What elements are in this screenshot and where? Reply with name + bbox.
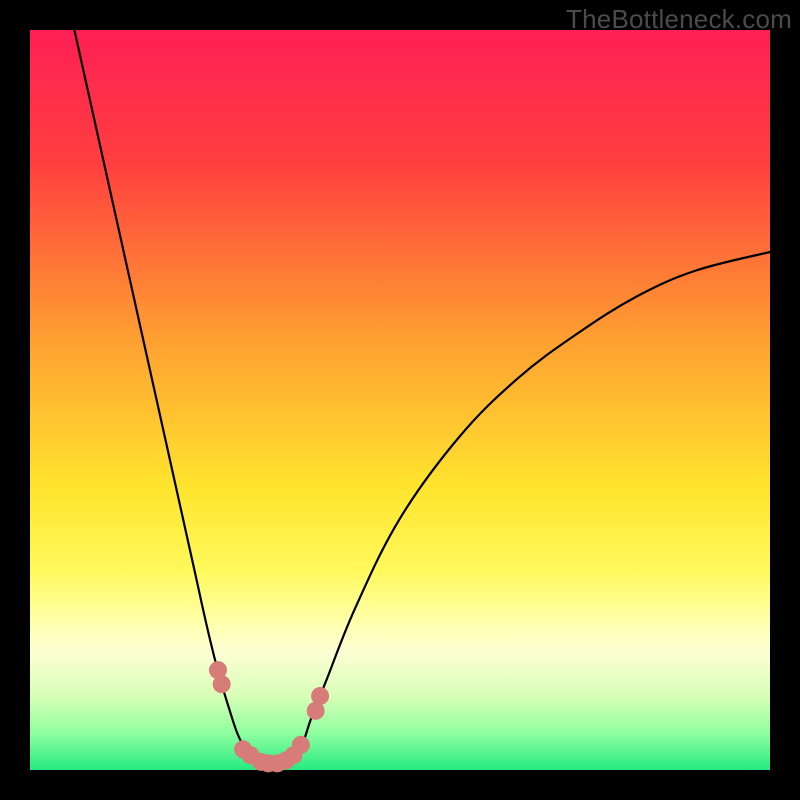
watermark-text: TheBottleneck.com [566,4,792,35]
plot-area [30,30,770,770]
chart-root: TheBottleneck.com [0,0,800,800]
curve-overlay [30,30,770,770]
marker-point [292,736,310,754]
bottleneck-curve [74,30,770,766]
marker-group [209,661,329,772]
marker-point [213,675,231,693]
marker-point [311,687,329,705]
